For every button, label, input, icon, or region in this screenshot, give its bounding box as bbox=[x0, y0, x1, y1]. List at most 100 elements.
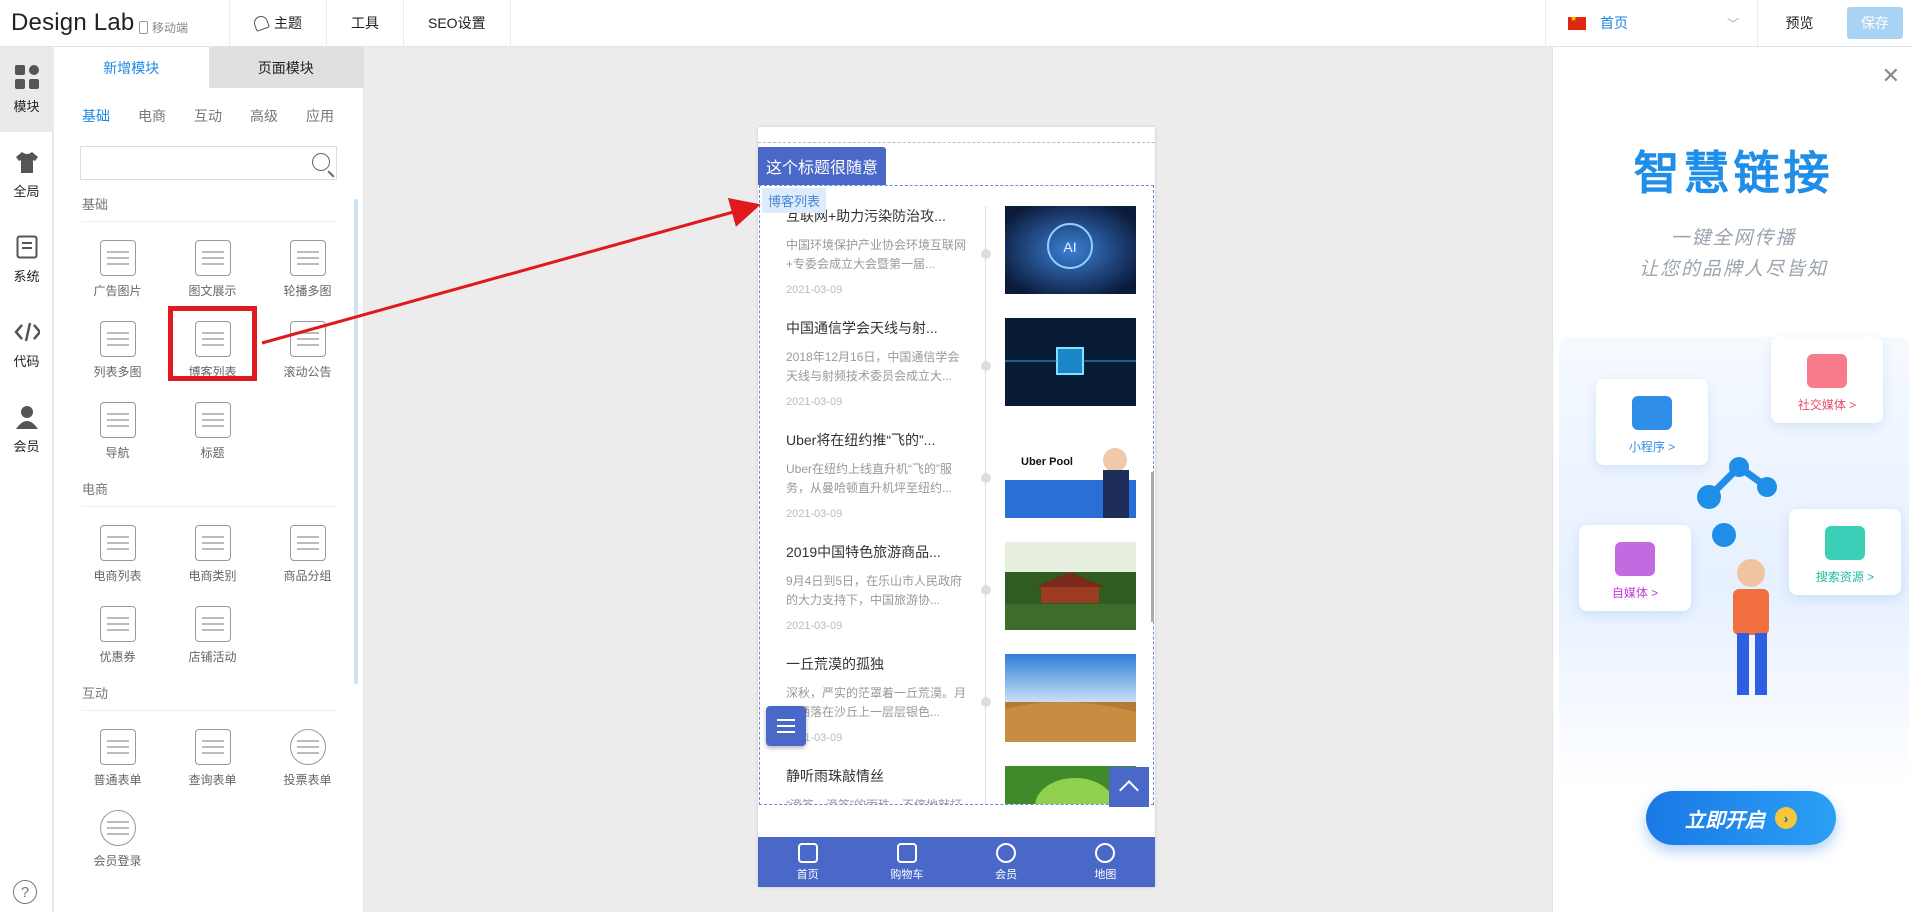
store-icon bbox=[194, 606, 231, 642]
product-list-icon bbox=[99, 525, 136, 561]
card-label: 社交媒体 > bbox=[1797, 398, 1857, 412]
blog-post[interactable]: Uber将在纽约推“飞的”... Uber在纽约上线直升机“飞的”服务，从曼哈顿… bbox=[786, 430, 1153, 542]
nav-icon bbox=[99, 402, 136, 438]
module-form[interactable]: 普通表单 bbox=[70, 711, 165, 792]
notice-icon bbox=[289, 321, 326, 357]
nav-seo[interactable]: SEO设置 bbox=[403, 0, 511, 46]
blog-post[interactable]: 互联网+助力污染防治攻... 中国环境保护产业协会环境互联网+专委会成立大会暨第… bbox=[786, 206, 1153, 318]
nav-tools-label: 工具 bbox=[351, 15, 379, 31]
back-to-top-button[interactable] bbox=[1109, 767, 1149, 807]
check-circle-icon bbox=[289, 729, 326, 765]
list-icon bbox=[194, 321, 231, 357]
card-self-media[interactable]: 自媒体 > bbox=[1579, 525, 1691, 611]
subtab-apps[interactable]: 应用 bbox=[306, 106, 334, 130]
module-ad-image[interactable]: 广告图片 bbox=[70, 222, 165, 303]
menu-line bbox=[777, 725, 795, 727]
tab-add-module[interactable]: 新增模块 bbox=[54, 47, 209, 88]
module-scroll-notice[interactable]: 滚动公告 bbox=[260, 303, 355, 384]
promo-illustration: 小程序 > 社交媒体 > 自媒体 > 搜索资源 > bbox=[1559, 337, 1909, 787]
group-title-interactive: 互动 bbox=[82, 683, 338, 711]
rail-item-system[interactable]: 系统 bbox=[0, 217, 53, 302]
post-image: Uber Pool bbox=[1005, 430, 1136, 518]
module-list-images[interactable]: 列表多图 bbox=[70, 303, 165, 384]
module-member-login[interactable]: 会员登录 bbox=[70, 792, 165, 873]
module-navigation[interactable]: 导航 bbox=[70, 384, 165, 465]
blog-post[interactable]: 静听雨珠敲情丝 “滴答、滴答”的雨珠，不停地敲打着玻璃窗得窗玻，似妙曼的... bbox=[786, 766, 1153, 805]
image-icon bbox=[99, 240, 136, 276]
location-pin-icon bbox=[1095, 842, 1116, 863]
social-icon bbox=[1807, 354, 1847, 388]
bottom-nav-map[interactable]: 地图 bbox=[1056, 837, 1155, 887]
blog-post[interactable]: 2019中国特色旅游商品... 9月4日到5日，在乐山市人民政府的大力支持下，中… bbox=[786, 542, 1153, 654]
post-title: 中国通信学会天线与射... bbox=[786, 320, 938, 336]
mobile-label: 移动端 bbox=[152, 21, 189, 35]
module-image-text[interactable]: 图文展示 bbox=[165, 222, 260, 303]
nav-theme[interactable]: 主题 bbox=[229, 0, 326, 46]
rail-label: 全局 bbox=[13, 184, 40, 199]
module-label: 商品分组 bbox=[283, 569, 332, 583]
bottom-nav-label: 会员 bbox=[995, 868, 1018, 881]
timeline-dot bbox=[981, 473, 991, 483]
theme-icon bbox=[252, 14, 270, 32]
module-label: 投票表单 bbox=[283, 773, 332, 787]
search-icon[interactable] bbox=[312, 153, 330, 171]
blog-list-module[interactable]: 博客列表 互联网+助力污染防治攻... 中国环境保护产业协会环境互联网+专委会成… bbox=[759, 185, 1154, 805]
module-vote-form[interactable]: 投票表单 bbox=[260, 711, 355, 792]
bottom-nav-label: 首页 bbox=[796, 868, 819, 881]
blog-post[interactable]: 中国通信学会天线与射... 2018年12月16日，中国通信学会天线与射频技术委… bbox=[786, 318, 1153, 430]
module-label: 轮播多图 bbox=[283, 284, 332, 298]
section-title[interactable]: 这个标题很随意 bbox=[758, 147, 887, 185]
subtab-advanced[interactable]: 高级 bbox=[250, 106, 278, 130]
top-nav: 主题 工具 SEO设置 bbox=[229, 0, 511, 46]
rail-item-member[interactable]: 会员 bbox=[0, 387, 53, 472]
menu-button[interactable] bbox=[766, 706, 806, 746]
app-logo: Design Lab bbox=[11, 9, 135, 36]
rail-item-code[interactable]: 代码 bbox=[0, 302, 53, 387]
subtab-interactive[interactable]: 互动 bbox=[194, 106, 222, 130]
module-label: 广告图片 bbox=[93, 284, 142, 298]
top-bar: Design Lab 移动端 主题 工具 SEO设置 首页 ﹀ 预览 保存 bbox=[0, 0, 1913, 47]
module-store-activity[interactable]: 店铺活动 bbox=[165, 588, 260, 669]
module-search-input[interactable] bbox=[80, 146, 337, 180]
subtab-ecommerce[interactable]: 电商 bbox=[138, 106, 166, 130]
mobile-mode-toggle[interactable]: 移动端 bbox=[139, 19, 188, 36]
nav-tools[interactable]: 工具 bbox=[326, 0, 403, 46]
person-illustration bbox=[1697, 457, 1777, 695]
subtab-basic[interactable]: 基础 bbox=[82, 106, 110, 130]
bottom-nav-member[interactable]: 会员 bbox=[957, 837, 1056, 887]
module-product-category[interactable]: 电商类别 bbox=[165, 507, 260, 588]
module-carousel[interactable]: 轮播多图 bbox=[260, 222, 355, 303]
module-product-group[interactable]: 商品分组 bbox=[260, 507, 355, 588]
flag-icon bbox=[1568, 14, 1586, 30]
query-form-icon bbox=[194, 729, 231, 765]
module-product-list[interactable]: 电商列表 bbox=[70, 507, 165, 588]
post-desc: 中国环境保护产业协会环境互联网+专委会成立大会暨第一届... bbox=[786, 238, 967, 271]
start-now-button[interactable]: 立即开启 › bbox=[1646, 791, 1836, 845]
module-coupon[interactable]: 优惠券 bbox=[70, 588, 165, 669]
page-select[interactable]: 首页 ﹀ bbox=[1545, 0, 1758, 46]
close-icon[interactable]: ✕ bbox=[1882, 63, 1900, 89]
phone-scrollbar[interactable] bbox=[1151, 472, 1154, 622]
blog-post[interactable]: 一丘荒漠的孤独 深秋，严实的茫罩着一丘荒漠。月光洒落在沙丘上一层层银色... 2… bbox=[786, 654, 1153, 766]
module-grid-interactive: 普通表单 查询表单 投票表单 会员登录 bbox=[70, 711, 363, 873]
bottom-nav-home[interactable]: 首页 bbox=[758, 837, 857, 887]
title-icon bbox=[194, 402, 231, 438]
cta-label: 立即开启 bbox=[1685, 809, 1765, 832]
post-image bbox=[1005, 318, 1136, 406]
rail-item-global[interactable]: 全局 bbox=[0, 132, 53, 217]
document-icon bbox=[14, 234, 40, 260]
save-button[interactable]: 保存 bbox=[1847, 7, 1903, 39]
rail-item-modules[interactable]: 模块 bbox=[0, 47, 53, 132]
module-blog-list[interactable]: 博客列表 bbox=[165, 303, 260, 384]
module-query-form[interactable]: 查询表单 bbox=[165, 711, 260, 792]
help-icon[interactable]: ? bbox=[13, 880, 37, 904]
post-desc: “滴答、滴答”的雨珠，不停地敲打着玻璃窗得窗玻，似妙曼的... bbox=[786, 798, 962, 805]
card-social-media[interactable]: 社交媒体 > bbox=[1771, 337, 1883, 423]
module-label: 图文展示 bbox=[188, 284, 237, 298]
module-title[interactable]: 标题 bbox=[165, 384, 260, 465]
bottom-nav-cart[interactable]: 购物车 bbox=[857, 837, 956, 887]
nav-theme-label: 主题 bbox=[274, 15, 302, 31]
form-icon bbox=[99, 729, 136, 765]
tab-page-module[interactable]: 页面模块 bbox=[208, 47, 363, 88]
preview-button[interactable]: 预览 bbox=[1758, 13, 1841, 33]
